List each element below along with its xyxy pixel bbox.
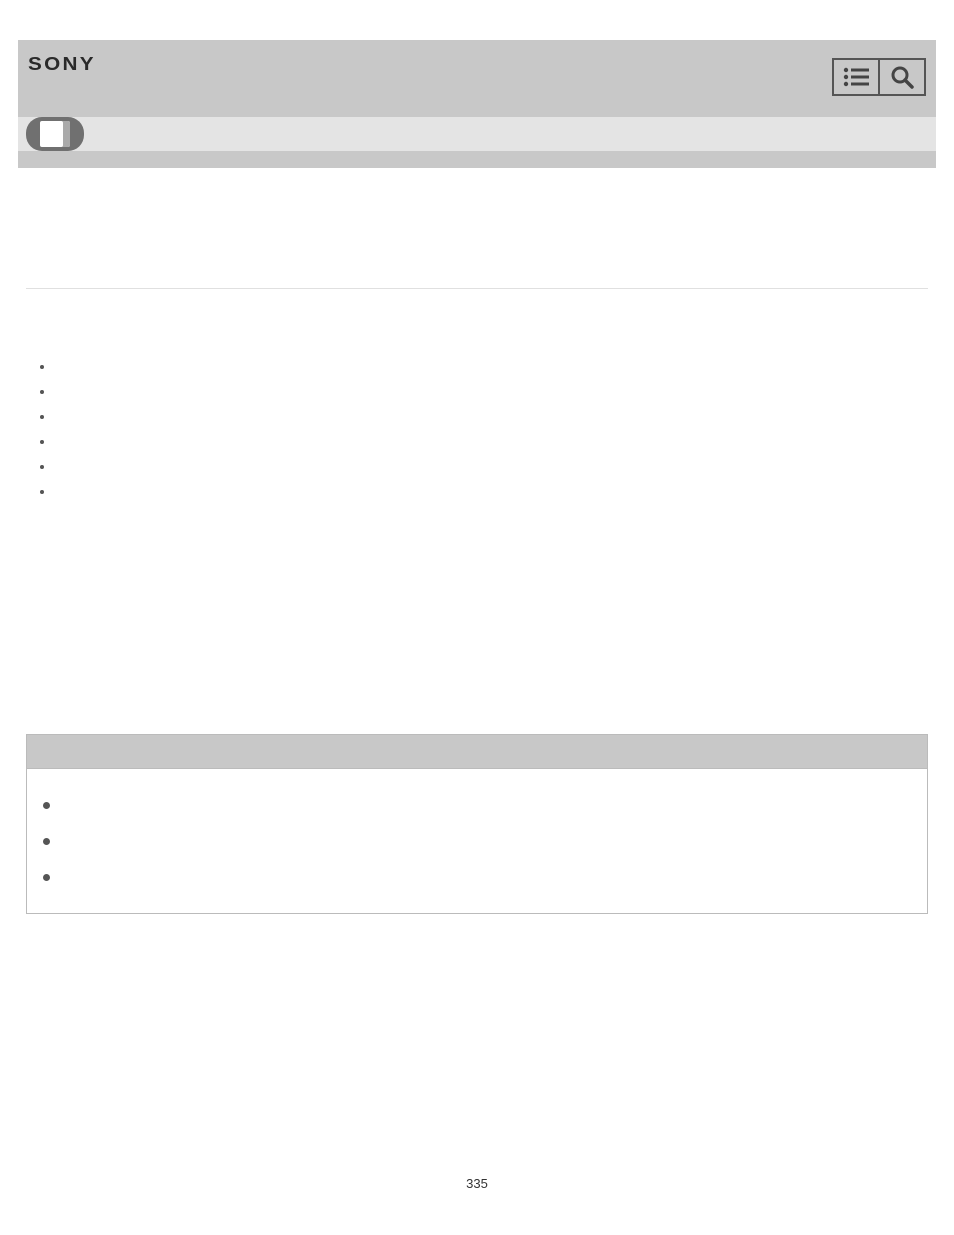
note-box bbox=[26, 734, 928, 914]
bullet-icon bbox=[40, 365, 44, 369]
option-list bbox=[26, 354, 928, 504]
list-item bbox=[40, 354, 928, 379]
bullet-icon bbox=[43, 874, 50, 881]
bullet-icon bbox=[40, 440, 44, 444]
note-body bbox=[27, 769, 927, 913]
sub-header-bar bbox=[18, 117, 936, 151]
main-content bbox=[26, 168, 928, 914]
bullet-icon bbox=[40, 390, 44, 394]
list-icon bbox=[843, 67, 869, 87]
bullet-icon bbox=[43, 838, 50, 845]
note-item bbox=[43, 859, 911, 895]
section-divider bbox=[26, 288, 928, 289]
bullet-icon bbox=[40, 490, 44, 494]
brand-logo: SONY bbox=[28, 54, 96, 75]
gray-strip bbox=[18, 151, 936, 168]
note-header bbox=[27, 735, 927, 769]
list-item bbox=[40, 429, 928, 454]
book-icon bbox=[40, 121, 70, 147]
list-item bbox=[40, 379, 928, 404]
search-icon bbox=[890, 65, 914, 89]
note-item bbox=[43, 823, 911, 859]
list-item bbox=[40, 454, 928, 479]
search-button[interactable] bbox=[878, 58, 926, 96]
menu-button[interactable] bbox=[832, 58, 880, 96]
list-item bbox=[40, 479, 928, 504]
header-buttons bbox=[832, 58, 926, 96]
bullet-icon bbox=[40, 465, 44, 469]
list-item bbox=[40, 404, 928, 429]
note-item bbox=[43, 787, 911, 823]
bullet-icon bbox=[40, 415, 44, 419]
bullet-icon bbox=[43, 802, 50, 809]
guide-badge bbox=[26, 117, 84, 151]
page-number: 335 bbox=[0, 1176, 954, 1191]
header-bar: SONY bbox=[18, 40, 936, 117]
